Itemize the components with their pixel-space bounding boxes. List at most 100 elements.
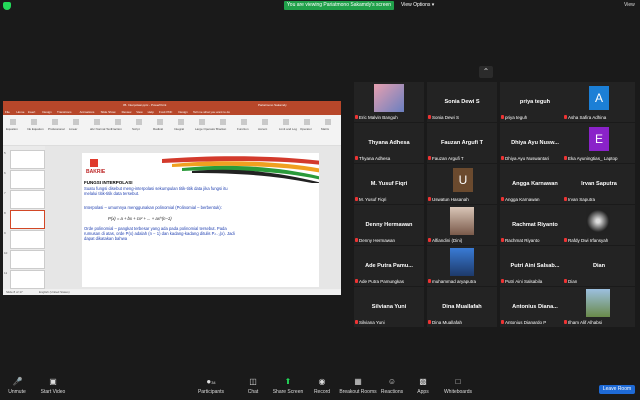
participant-name-label: Eric Malvin Banguh bbox=[359, 115, 398, 120]
participant-tile[interactable]: Ilham Alif Alhabsi bbox=[563, 287, 635, 327]
participant-tile[interactable]: Eric Malvin Banguh bbox=[354, 82, 424, 122]
participant-tile[interactable]: Dhiya Ayu Nusw... Dhiya Ayu Nuswantari bbox=[500, 123, 570, 163]
muted-mic-icon bbox=[564, 197, 567, 201]
slide-thumbnail bbox=[10, 170, 45, 189]
video-camera-off-icon: ▣ bbox=[49, 377, 57, 386]
slide-formula: P(x) = a + bx + cx² + ... + ax^(n−1) bbox=[108, 216, 172, 221]
apps-button[interactable]: ▩ Apps bbox=[414, 377, 432, 396]
ribbon-tool-icon bbox=[10, 119, 16, 125]
participant-tile[interactable]: Ade Putra Pamu... Ade Putra Pamungkas bbox=[354, 246, 424, 286]
top-bar: You are viewing Pariatmono Sakamdy's scr… bbox=[0, 0, 640, 12]
ppt-tab: Animations bbox=[79, 110, 95, 114]
participant-tile[interactable]: Alfiandini (Dini) bbox=[427, 205, 497, 245]
breakout-rooms-button[interactable]: ▦ Breakout Rooms bbox=[338, 378, 378, 396]
participant-tile[interactable]: priya teguh priya teguh bbox=[500, 82, 570, 122]
participants-button[interactable]: ●34 Participants bbox=[196, 378, 226, 396]
gallery-page-up-chevron-icon[interactable]: ⌃ bbox=[479, 66, 493, 78]
participant-name-label: muhammad aryaputra bbox=[432, 279, 477, 284]
view-button[interactable]: View bbox=[624, 1, 635, 10]
ribbon-tool-label: Integral bbox=[174, 127, 185, 131]
participant-name-label: Eka Ayuningtias_ Laptop bbox=[568, 156, 618, 161]
ppt-tab: File bbox=[5, 110, 10, 114]
whiteboards-button[interactable]: □ Whiteboards bbox=[440, 378, 476, 396]
ribbon-tool-icon bbox=[115, 119, 121, 125]
share-screen-arrow-icon: ⬆ bbox=[284, 377, 292, 386]
unmute-button[interactable]: 🎤 Unmute bbox=[5, 378, 29, 396]
leave-room-button[interactable]: Leave Room bbox=[599, 385, 635, 394]
muted-mic-icon bbox=[564, 238, 567, 242]
ribbon-tool-label: Radical bbox=[153, 127, 164, 131]
apps-icon: ▩ bbox=[419, 377, 427, 386]
participant-tile[interactable]: Silviana Yuni Silviana Yuni bbox=[354, 287, 424, 327]
ppt-tab: Foxit PDF bbox=[159, 110, 173, 114]
muted-mic-icon bbox=[355, 197, 358, 201]
chat-bubble-icon: ◫ bbox=[249, 377, 257, 386]
participant-tile[interactable]: Denny Hermawan Denny Hermawan bbox=[354, 205, 424, 245]
participant-tile[interactable]: Thyana Adhesa Thyana Adhesa bbox=[354, 123, 424, 163]
slide-thumbnail bbox=[10, 250, 45, 269]
record-button[interactable]: ◉ Record bbox=[313, 378, 331, 396]
participant-name-label: Fauzan Argufi T bbox=[432, 156, 464, 161]
muted-mic-icon bbox=[428, 115, 431, 119]
ppt-tab: Slide Show bbox=[100, 110, 116, 114]
participant-tile[interactable]: A Asha Safira Adhina bbox=[563, 82, 635, 122]
slide-thumb-number: 7 bbox=[4, 191, 6, 195]
muted-mic-icon bbox=[428, 238, 431, 242]
chat-button[interactable]: ◫ Chat bbox=[245, 377, 261, 396]
participant-name-label: Alfiandini (Dini) bbox=[432, 238, 463, 243]
ribbon-tool-icon bbox=[31, 119, 37, 125]
ribbon-tool-icon bbox=[283, 119, 289, 125]
participant-tile[interactable]: muhammad aryaputra bbox=[427, 246, 497, 286]
participant-tile[interactable]: Dian Dian bbox=[563, 246, 635, 286]
participant-name-label: Antonius Dianardo P bbox=[505, 320, 547, 325]
muted-mic-icon bbox=[501, 238, 504, 242]
slide-thumb-number: 5 bbox=[4, 151, 6, 155]
muted-mic-icon bbox=[428, 320, 431, 324]
slide-thumb-number: 10 bbox=[4, 251, 8, 255]
view-options-button[interactable]: View Options ▾ bbox=[398, 1, 437, 10]
ppt-tab: Transitions bbox=[57, 110, 72, 114]
participant-tile[interactable]: Rachmat Riyanto Rachmat Riyanto bbox=[500, 205, 570, 245]
muted-mic-icon bbox=[355, 279, 358, 283]
participant-name-label: Dhiya Ayu Nuswantari bbox=[505, 156, 549, 161]
ribbon-tool-icon bbox=[325, 119, 331, 125]
participant-name-label: Ade Putra Pamungkas bbox=[359, 279, 405, 284]
ribbon-tool-icon bbox=[241, 119, 247, 125]
participant-tile[interactable]: M. Yusuf Fiqri M. Yusuf Fiqri bbox=[354, 164, 424, 204]
ppt-title-bar: 05. Interpolasi.pptx - PowerPoint Pariat… bbox=[3, 101, 341, 109]
participant-tile[interactable]: Dina Muallafah Dina Muallafah bbox=[427, 287, 497, 327]
ribbon-tool-label: Ink Equation bbox=[27, 127, 44, 131]
participant-tile[interactable]: Fauzan Argufi T Fauzan Argufi T bbox=[427, 123, 497, 163]
muted-mic-icon bbox=[355, 115, 358, 119]
participant-tile[interactable]: Antonius Diana... Antonius Dianardo P bbox=[500, 287, 570, 327]
slide-thumbnail bbox=[10, 270, 45, 289]
shared-screen: 05. Interpolasi.pptx - PowerPoint Pariat… bbox=[3, 101, 341, 295]
ribbon-tool-label: Function bbox=[237, 127, 249, 131]
slide-thumb-number: 9 bbox=[4, 231, 6, 235]
ribbon-tool-label: Large Operator bbox=[195, 127, 216, 131]
avatar: E bbox=[589, 127, 609, 151]
participant-tile[interactable]: U Uswatun Hasanah bbox=[427, 164, 497, 204]
participant-tile[interactable]: Angga Karnawan Angga Karnawan bbox=[500, 164, 570, 204]
participant-tile[interactable]: E Eka Ayuningtias_ Laptop bbox=[563, 123, 635, 163]
muted-mic-icon bbox=[501, 320, 504, 324]
share-screen-button[interactable]: ⬆ Share Screen bbox=[272, 377, 304, 396]
ppt-window-title: 05. Interpolasi.pptx - PowerPoint bbox=[123, 103, 167, 107]
participant-tile[interactable]: Putri Aini Salsab... Putri Aini Salsabila bbox=[500, 246, 570, 286]
slide-paragraph-2: Interpolasi – umumnya menggunakan polino… bbox=[84, 205, 222, 210]
participant-tile[interactable]: Rafdy Dwi Irfansyah bbox=[563, 205, 635, 245]
ppt-tab: View bbox=[136, 110, 143, 114]
security-shield-icon[interactable] bbox=[3, 2, 11, 10]
ribbon-tool-icon bbox=[52, 119, 58, 125]
ribbon-tool-label: Linear bbox=[69, 127, 78, 131]
participant-name-label: Dian bbox=[568, 279, 578, 284]
muted-mic-icon bbox=[428, 279, 431, 283]
participant-tile[interactable]: Irvan Saputra Irvan Saputra bbox=[563, 164, 635, 204]
participant-name-label: Irvan Saputra bbox=[568, 197, 596, 202]
participant-tile[interactable]: Sonia Dewi S Sonia Dewi S bbox=[427, 82, 497, 122]
reactions-button[interactable]: ☺ Reactions bbox=[380, 378, 404, 396]
slide-thumb-number: 6 bbox=[4, 171, 6, 175]
ppt-editing-area: BAKRIE FUNGSI INTERPOLASI Suatu fungsi d… bbox=[45, 146, 341, 289]
ribbon-tool-icon bbox=[262, 119, 268, 125]
start-video-button[interactable]: ▣ Start Video bbox=[38, 377, 68, 396]
